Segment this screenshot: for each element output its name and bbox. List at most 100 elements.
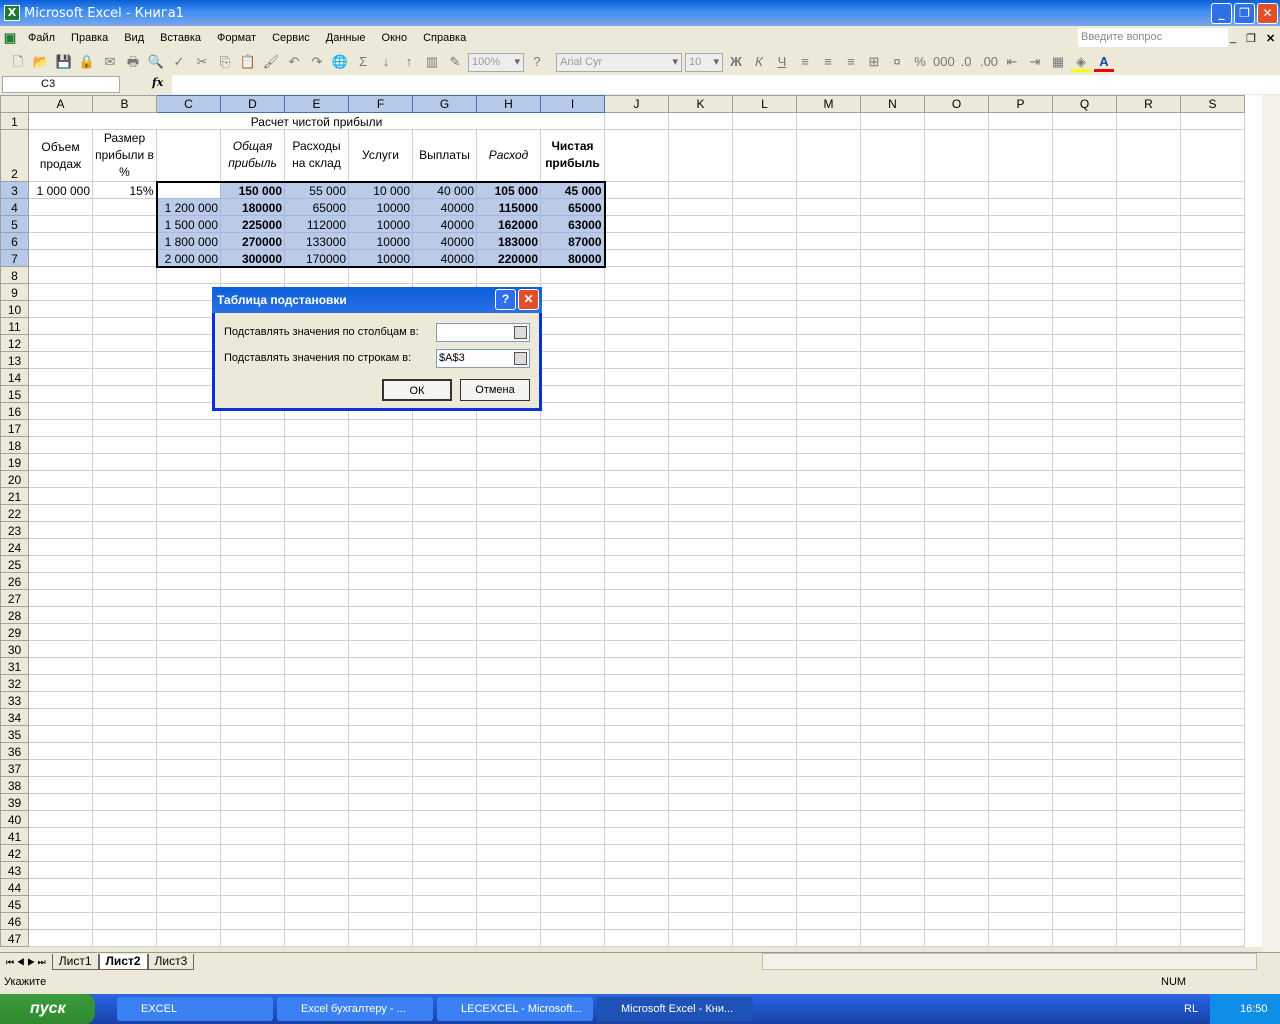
row-header[interactable]: 11 — [0, 317, 29, 335]
cell[interactable] — [668, 861, 733, 879]
cell[interactable] — [604, 929, 669, 947]
cell[interactable] — [732, 215, 797, 233]
cell[interactable] — [348, 708, 413, 726]
cell[interactable] — [348, 742, 413, 760]
cell[interactable] — [732, 266, 797, 284]
cell[interactable] — [1180, 895, 1245, 913]
cell[interactable] — [732, 708, 797, 726]
cell[interactable] — [796, 742, 861, 760]
cell[interactable] — [540, 538, 605, 556]
cell[interactable] — [92, 946, 157, 947]
cell[interactable] — [732, 640, 797, 658]
cell[interactable] — [1052, 419, 1117, 437]
row-header[interactable]: 20 — [0, 470, 29, 488]
cell[interactable] — [796, 402, 861, 420]
cell[interactable] — [860, 861, 925, 879]
cell[interactable] — [540, 606, 605, 624]
cell[interactable]: 55 000 — [284, 180, 349, 199]
cell[interactable] — [796, 129, 861, 182]
cell[interactable] — [348, 878, 413, 896]
cell[interactable] — [1052, 487, 1117, 505]
cell[interactable] — [476, 895, 541, 913]
cell[interactable] — [668, 521, 733, 539]
cell[interactable] — [28, 589, 93, 607]
header-cell[interactable]: Объем продаж — [28, 129, 93, 182]
cell[interactable] — [796, 606, 861, 624]
cell[interactable] — [1116, 521, 1181, 539]
cell[interactable] — [668, 691, 733, 709]
cell[interactable] — [92, 606, 157, 624]
cell[interactable] — [1052, 521, 1117, 539]
cell[interactable] — [156, 776, 221, 794]
cell[interactable] — [860, 589, 925, 607]
cell[interactable] — [1180, 521, 1245, 539]
cell[interactable] — [28, 674, 93, 692]
thousands-icon[interactable]: 000 — [933, 52, 955, 72]
cell[interactable] — [924, 368, 989, 386]
cell[interactable] — [348, 776, 413, 794]
cell[interactable] — [476, 487, 541, 505]
cell[interactable] — [604, 623, 669, 641]
cell[interactable] — [796, 810, 861, 828]
cell[interactable] — [988, 793, 1053, 811]
cell[interactable] — [220, 589, 285, 607]
cell[interactable] — [924, 946, 989, 947]
cell[interactable] — [668, 232, 733, 250]
cell[interactable] — [92, 487, 157, 505]
cell[interactable] — [860, 300, 925, 318]
align-right-icon[interactable]: ≡ — [841, 52, 861, 72]
cell[interactable] — [1116, 895, 1181, 913]
cell[interactable] — [924, 504, 989, 522]
cell[interactable] — [476, 878, 541, 896]
cell[interactable] — [1116, 283, 1181, 301]
row-header[interactable]: 9 — [0, 283, 29, 301]
cell[interactable] — [988, 912, 1053, 930]
cell[interactable] — [732, 198, 797, 216]
cell[interactable] — [1116, 912, 1181, 930]
cell[interactable] — [1116, 129, 1181, 182]
cell[interactable] — [924, 793, 989, 811]
cell[interactable]: 270000 — [220, 232, 285, 250]
cell[interactable] — [860, 657, 925, 675]
workbook-icon[interactable]: ▣ — [0, 28, 20, 48]
menu-item[interactable]: Данные — [318, 32, 374, 44]
cell[interactable] — [28, 385, 93, 403]
cell[interactable] — [1180, 266, 1245, 284]
cell[interactable] — [988, 283, 1053, 301]
cell[interactable] — [1180, 300, 1245, 318]
cell[interactable] — [92, 895, 157, 913]
cell[interactable] — [220, 946, 285, 947]
cell[interactable] — [732, 538, 797, 556]
font-size-select[interactable]: 10 — [685, 52, 723, 72]
cell[interactable] — [924, 861, 989, 879]
column-header[interactable]: S — [1180, 95, 1245, 113]
taskbar-item[interactable]: Microsoft Excel - Кни... — [597, 997, 753, 1021]
cell[interactable] — [92, 844, 157, 862]
cell[interactable] — [668, 946, 733, 947]
cell[interactable] — [540, 504, 605, 522]
row-header[interactable]: 37 — [0, 759, 29, 777]
cell[interactable] — [284, 895, 349, 913]
header-cell[interactable]: Общая прибыль — [220, 129, 285, 182]
cell[interactable] — [348, 436, 413, 454]
cell[interactable] — [732, 317, 797, 335]
cell[interactable] — [860, 708, 925, 726]
cut-icon[interactable]: ✂ — [192, 52, 212, 72]
cell[interactable] — [988, 929, 1053, 947]
cell[interactable] — [796, 572, 861, 590]
cell[interactable] — [412, 504, 477, 522]
cell[interactable] — [28, 640, 93, 658]
cell[interactable] — [284, 453, 349, 471]
cell[interactable] — [668, 742, 733, 760]
row-header[interactable]: 46 — [0, 912, 29, 930]
cell[interactable] — [412, 521, 477, 539]
cell[interactable] — [1116, 436, 1181, 454]
cell[interactable] — [1116, 453, 1181, 471]
cell[interactable] — [28, 691, 93, 709]
cell[interactable] — [988, 266, 1053, 284]
cell[interactable] — [220, 436, 285, 454]
cell[interactable] — [668, 878, 733, 896]
cell[interactable] — [604, 215, 669, 233]
cell[interactable] — [860, 402, 925, 420]
new-icon[interactable]: 🗋 — [8, 52, 28, 72]
